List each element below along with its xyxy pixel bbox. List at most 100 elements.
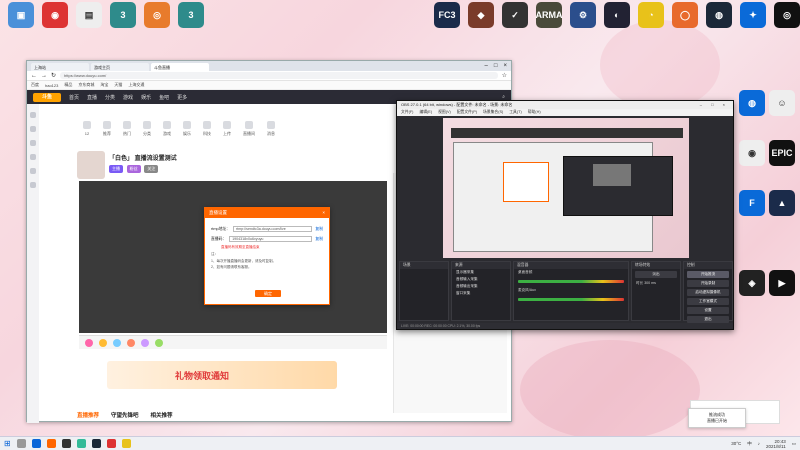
bookmark-item[interactable]: 天猫 [114, 82, 122, 88]
virtual-camera-button[interactable]: 启动虚拟摄像机 [687, 289, 729, 296]
desktop-icon[interactable]: ◐ [600, 2, 634, 42]
close-icon[interactable]: × [322, 210, 325, 216]
menu-item[interactable]: 场景集合(S) [483, 110, 503, 115]
taskbar-app-icon[interactable] [106, 439, 116, 448]
close-icon[interactable]: × [503, 63, 507, 69]
desktop-icon[interactable]: F [735, 190, 769, 230]
bookmark-item[interactable]: 百度 [31, 82, 39, 88]
category-item[interactable]: 科技 [203, 121, 211, 141]
bookmark-item[interactable]: 上海交通 [128, 82, 144, 88]
category-item[interactable]: 直播间 [243, 121, 255, 141]
tag-chip[interactable]: 主播 [109, 165, 123, 173]
refresh-icon[interactable]: ↻ [51, 72, 56, 79]
source-item[interactable]: 显示器采集 [452, 269, 510, 276]
rtmp-input[interactable]: rtmp://sendtc3a.douyu.com/live [232, 226, 313, 232]
tab-active[interactable]: 斗鱼直播 [151, 63, 209, 71]
desktop-icon[interactable]: ✓ [498, 2, 532, 42]
tab-2[interactable]: 游戏主页 [91, 63, 149, 71]
category-item[interactable]: 游戏 [163, 121, 171, 141]
promo-banner[interactable]: 礼物领取通知 [107, 361, 337, 389]
start-recording-button[interactable]: 开始录制 [687, 280, 729, 287]
bookmark-item[interactable]: 精品 [64, 82, 72, 88]
desktop-icon[interactable]: ◉ [38, 2, 72, 42]
desktop-icon[interactable]: ◎ [140, 2, 174, 42]
desktop-icon[interactable]: ◍ [702, 2, 736, 42]
clock[interactable]: 20:43 2021/8/11 [766, 439, 786, 449]
avatar[interactable] [77, 151, 105, 179]
nav-item[interactable]: 分类 [105, 94, 115, 101]
nav-item[interactable]: 直播 [87, 94, 97, 101]
tab-1[interactable]: 上海站 [31, 63, 89, 71]
nav-item[interactable]: 首页 [69, 94, 79, 101]
desktop-icon[interactable]: 3 [174, 2, 208, 42]
studio-mode-button[interactable]: 工作室模式 [687, 298, 729, 305]
bookmark-item[interactable]: 京东商城 [78, 82, 94, 88]
category-item[interactable]: 娱乐 [183, 121, 191, 141]
desktop-icon[interactable]: ◆ [464, 2, 498, 42]
tag-chip[interactable]: 粉丝 [126, 165, 141, 173]
input-language[interactable]: 中 [747, 441, 752, 447]
section-tab[interactable]: 相关推荐 [151, 411, 173, 419]
desktop-icon[interactable]: ARMA [532, 2, 566, 42]
copy-rtmp-button[interactable]: 复制 [315, 227, 323, 232]
sidebar-icon[interactable] [30, 154, 36, 160]
gift-icon[interactable] [85, 338, 93, 347]
desktop-icon[interactable]: ▲ [765, 190, 799, 230]
taskbar-app-icon[interactable] [76, 439, 86, 448]
source-item[interactable]: 音频输入采集 [452, 276, 510, 283]
desktop-icon[interactable]: ▣ [4, 2, 38, 42]
desktop-icon[interactable]: ⚙ [566, 2, 600, 42]
desktop-icon[interactable]: ◈ [735, 270, 769, 310]
nav-item[interactable]: 更多 [177, 94, 187, 101]
confirm-button[interactable]: 确定 [255, 290, 281, 297]
nav-item[interactable]: 鱼吧 [159, 94, 169, 101]
window-controls[interactable]: – □ × [700, 102, 729, 108]
obs-preview[interactable] [443, 118, 689, 258]
taskbar-app-icon[interactable] [91, 439, 101, 448]
sidebar-icon[interactable] [30, 126, 36, 132]
category-item[interactable]: 12 [83, 121, 91, 141]
forward-icon[interactable]: → [41, 73, 47, 79]
minimize-icon[interactable]: – [485, 63, 488, 69]
desktop-icon[interactable]: ◯ [668, 2, 702, 42]
taskbar-app-icon[interactable] [121, 439, 131, 448]
back-icon[interactable]: ← [31, 73, 37, 79]
menu-item[interactable]: 文件(F) [401, 110, 413, 115]
search-icon[interactable] [16, 439, 26, 448]
copy-key-button[interactable]: 复制 [315, 237, 323, 242]
desktop-icon[interactable]: ◍ [735, 90, 769, 130]
desktop-icon[interactable]: ☺ [765, 90, 799, 130]
url-input[interactable]: https://www.douyu.com/ [60, 72, 498, 79]
transition-select[interactable]: 淡出 [635, 271, 677, 278]
start-icon[interactable]: ⊞ [4, 439, 11, 448]
source-item[interactable]: 音频输出采集 [452, 283, 510, 290]
sidebar-icon[interactable] [30, 112, 36, 118]
menu-item[interactable]: 帮助(H) [528, 110, 541, 115]
bookmark-item[interactable]: hao123 [45, 83, 58, 88]
section-tab[interactable]: 守望先锋吧 [111, 411, 139, 419]
star-icon[interactable]: ☆ [502, 72, 507, 79]
gift-icon[interactable] [141, 338, 149, 347]
settings-button[interactable]: 设置 [687, 307, 729, 314]
menu-item[interactable]: 工具(T) [509, 110, 521, 115]
category-item[interactable]: 消息 [267, 121, 275, 141]
exit-button[interactable]: 退出 [687, 316, 729, 323]
category-item[interactable]: 上传 [223, 121, 231, 141]
section-tab[interactable]: 直播推荐 [77, 411, 99, 419]
desktop-icon[interactable]: EPIC [765, 140, 799, 180]
category-item[interactable]: 热门 [123, 121, 131, 141]
desktop-icon[interactable]: FC3 [430, 2, 464, 42]
desktop-icon[interactable]: ✦ [736, 2, 770, 42]
taskbar-app-icon[interactable] [61, 439, 71, 448]
tag-chip[interactable]: 关注 [144, 165, 159, 173]
menu-item[interactable]: 配置文件(P) [457, 110, 477, 115]
gift-icon[interactable] [99, 338, 107, 347]
sidebar-icon[interactable] [30, 168, 36, 174]
notification-toast[interactable]: 推流成功 直播已开始 [688, 408, 746, 428]
desktop-icon[interactable]: ▶ [765, 270, 799, 310]
gift-icon[interactable] [127, 338, 135, 347]
volume-icon[interactable]: ♪ [758, 441, 760, 446]
key-input[interactable]: 1904318v0u6vyuyu [229, 236, 313, 242]
notification-icon[interactable]: ▭ [792, 441, 796, 447]
sidebar-icon[interactable] [30, 182, 36, 188]
